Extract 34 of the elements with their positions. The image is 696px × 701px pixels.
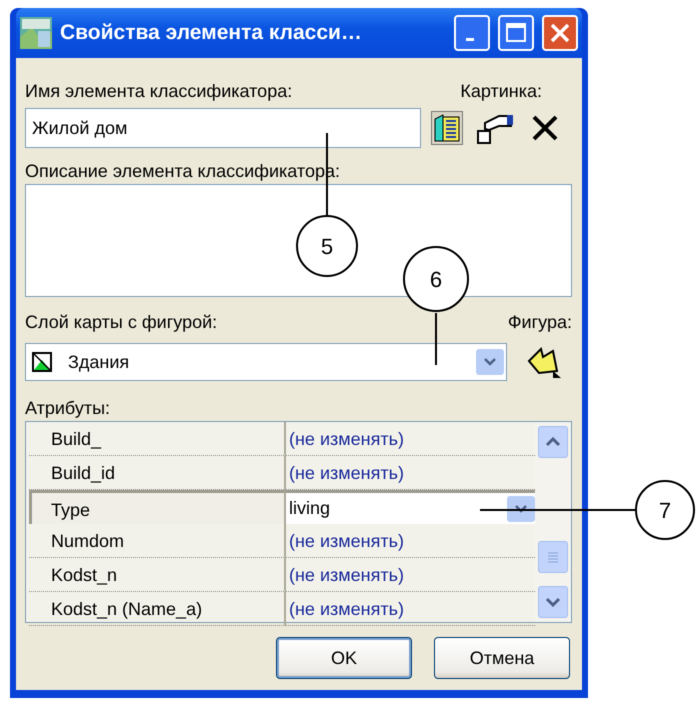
minimize-button[interactable] bbox=[454, 15, 490, 51]
dialog-button[interactable]: Отмена bbox=[434, 637, 570, 679]
field-label: Слой карты с фигурой: bbox=[25, 311, 218, 334]
close-button[interactable] bbox=[542, 15, 578, 51]
layer-icon bbox=[32, 352, 52, 372]
minimize-icon bbox=[466, 38, 474, 40]
dialog-button[interactable]: OK bbox=[276, 637, 412, 679]
field-label: Картинка: bbox=[460, 80, 542, 103]
leader-line bbox=[435, 313, 437, 365]
building-icon[interactable] bbox=[431, 111, 463, 145]
layer-dropdown[interactable]: Здания bbox=[25, 343, 507, 381]
attribute-name[interactable]: Kodst_n bbox=[29, 558, 286, 592]
maximize-icon bbox=[505, 22, 527, 44]
scrollbar[interactable] bbox=[535, 422, 571, 622]
app-icon bbox=[20, 17, 52, 49]
maximize-button[interactable] bbox=[498, 15, 534, 51]
description-field[interactable] bbox=[25, 184, 572, 297]
field-label: Имя элемента классификатора: bbox=[25, 80, 292, 103]
delete-icon[interactable] bbox=[531, 114, 559, 142]
field-label: Фигура: bbox=[508, 311, 572, 334]
scroll-up-icon[interactable] bbox=[538, 426, 568, 458]
shape-icon[interactable] bbox=[527, 345, 563, 379]
scroll-down-icon[interactable] bbox=[538, 586, 568, 618]
callout-number: 7 bbox=[635, 480, 695, 540]
field-label: Атрибуты: bbox=[25, 397, 110, 420]
name-field[interactable]: Жилой дом bbox=[25, 108, 421, 148]
attribute-dropdown[interactable]: living bbox=[286, 490, 535, 524]
attribute-name[interactable]: Numdom bbox=[29, 524, 286, 558]
scroll-thumb[interactable] bbox=[538, 541, 568, 573]
attribute-name[interactable]: Type bbox=[29, 490, 286, 524]
window-title: Свойства элемента класси… bbox=[60, 20, 363, 46]
attribute-name[interactable]: Kodst_n (Name_a) bbox=[29, 592, 286, 626]
close-icon bbox=[549, 22, 571, 44]
attribute-name[interactable]: Build_ bbox=[29, 422, 286, 456]
